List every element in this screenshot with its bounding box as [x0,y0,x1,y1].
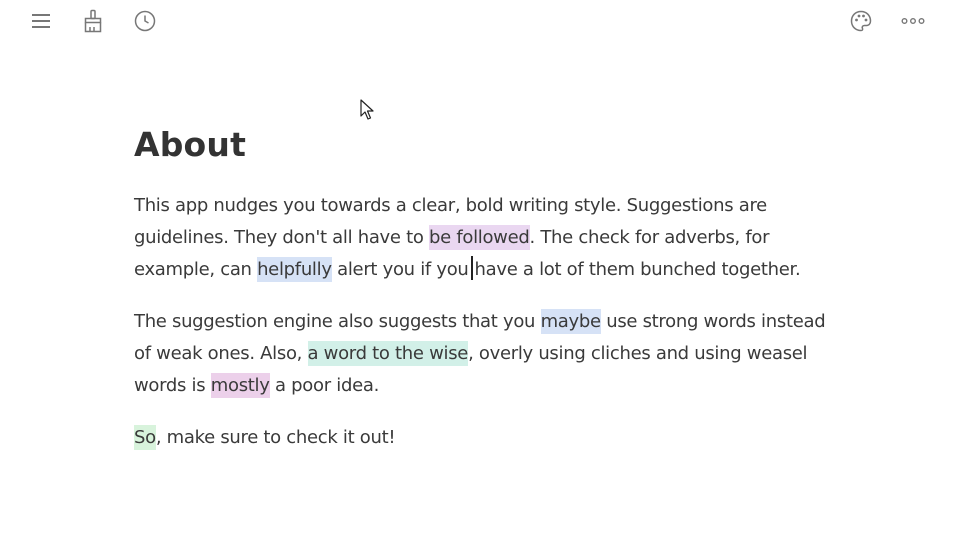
palette-icon[interactable] [847,7,875,35]
suggestion-highlight-cliche[interactable]: a word to the wise [307,341,468,366]
document-title[interactable]: About [134,120,834,170]
text-segment: , make sure to check it out! [155,427,396,448]
text-segment: have a lot of them bunched together. [474,259,801,280]
hamburger-menu-icon[interactable] [27,7,55,35]
suggestion-highlight-filler[interactable]: So [134,425,156,450]
suggestion-highlight-adverb[interactable]: maybe [540,309,601,334]
clock-icon[interactable] [131,7,159,35]
suggestion-highlight-passive[interactable]: be followed [429,225,530,250]
paragraph-1[interactable]: This app nudges you towards a clear, bol… [134,190,834,286]
paragraph-2[interactable]: The suggestion engine also suggests that… [134,306,834,402]
mouse-pointer-icon [360,99,374,126]
editor-area[interactable]: About This app nudges you towards a clea… [134,120,834,474]
paragraph-3[interactable]: So, make sure to check it out! [134,422,834,454]
text-caret [470,256,473,280]
text-segment: alert you if you [331,259,469,280]
suggestion-highlight-weasel[interactable]: mostly [210,373,270,398]
more-dots-icon[interactable] [899,7,927,35]
brush-icon[interactable] [79,7,107,35]
text-segment: a poor idea. [269,375,379,396]
text-segment: The suggestion engine also suggests that… [134,311,541,332]
suggestion-highlight-adverb[interactable]: helpfully [257,257,332,282]
